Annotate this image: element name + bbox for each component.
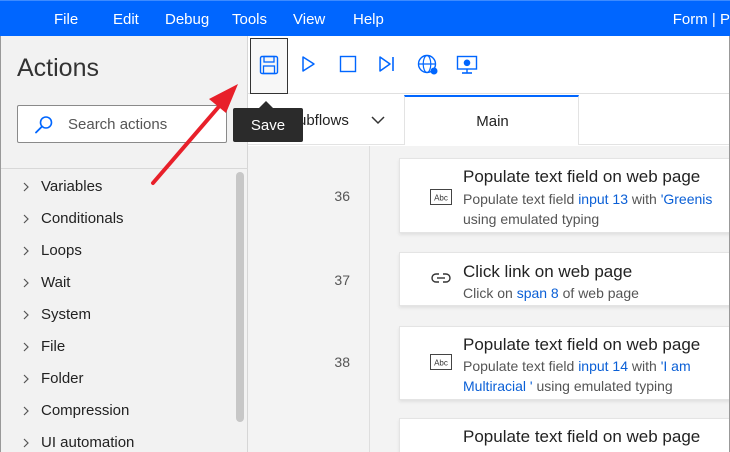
chevron-right-icon: [23, 214, 29, 224]
chevron-right-icon: [23, 310, 29, 320]
category-wait[interactable]: Wait: [1, 269, 235, 299]
next-step-icon: [379, 56, 394, 72]
desc-text: Populate text field: [463, 358, 579, 374]
flow-step[interactable]: Populate text field on web page: [399, 418, 730, 452]
category-label: Compression: [41, 402, 130, 419]
search-box[interactable]: [17, 105, 227, 143]
category-label: File: [41, 338, 66, 355]
step-description: Click on span 8 of web page: [463, 283, 639, 303]
menu-bar: File Edit Debug Tools View Help Form | P: [0, 0, 730, 36]
desktop-recorder-button[interactable]: [447, 36, 487, 94]
step-description: Populate text field input 13 with 'Green…: [463, 189, 712, 209]
category-compression[interactable]: Compression: [1, 397, 235, 427]
save-tooltip: Save: [233, 101, 303, 142]
search-icon: [35, 116, 53, 134]
flow-step[interactable]: Click link on web page Click on span 8 o…: [399, 252, 730, 306]
svg-text:Abc: Abc: [434, 359, 448, 368]
category-label: Loops: [41, 242, 82, 259]
subflow-tabbar: ubflows Main: [248, 95, 730, 145]
designer-toolbar: [248, 36, 730, 94]
actions-title: Actions: [17, 54, 99, 82]
step-description-line2: Multiracial ' using emulated typing: [463, 376, 673, 396]
chevron-right-icon: [23, 342, 29, 352]
chevron-right-icon: [23, 374, 29, 384]
category-variables[interactable]: Variables: [1, 173, 235, 203]
desc-text: Populate text field: [463, 191, 579, 207]
chevron-right-icon: [23, 278, 29, 288]
variable-link[interactable]: span 8: [517, 285, 559, 301]
line-number: 37: [334, 272, 350, 288]
menu-help[interactable]: Help: [353, 11, 384, 28]
tab-main-label: Main: [476, 113, 509, 130]
chevron-right-icon: [23, 182, 29, 192]
menu-file[interactable]: File: [54, 11, 78, 28]
menu-view[interactable]: View: [293, 11, 325, 28]
menu-edit[interactable]: Edit: [113, 11, 139, 28]
window-title: Form | P: [672, 11, 730, 28]
chevron-right-icon: [23, 406, 29, 416]
panel-divider: [1, 168, 248, 169]
category-label: System: [41, 306, 92, 323]
stop-button[interactable]: [329, 36, 369, 94]
category-label: Variables: [41, 178, 103, 195]
desc-text: with: [628, 191, 661, 207]
actions-panel: Actions Variables Conditionals Loops Wai…: [0, 36, 248, 452]
chevron-right-icon: [23, 246, 29, 256]
svg-text:Abc: Abc: [434, 194, 448, 203]
search-input[interactable]: [68, 114, 218, 134]
next-step-button[interactable]: [368, 36, 408, 94]
flow-step[interactable]: Abc Populate text field on web page Popu…: [399, 158, 730, 233]
line-number: 36: [334, 188, 350, 204]
category-label: Folder: [41, 370, 84, 387]
web-recorder-button[interactable]: [408, 36, 448, 94]
tab-main[interactable]: Main: [404, 95, 579, 145]
text-field-icon: Abc: [430, 354, 452, 370]
desc-text: Click on: [463, 285, 517, 301]
flow-canvas: 36 37 38 Abc Populate text field on web …: [248, 146, 730, 452]
save-icon: [259, 55, 279, 75]
category-label: UI automation: [41, 434, 135, 451]
run-icon: [302, 56, 315, 72]
value-link[interactable]: Multiracial ': [463, 378, 533, 394]
category-folder[interactable]: Folder: [1, 365, 235, 395]
category-ui-automation[interactable]: UI automation: [1, 429, 235, 452]
menu-debug[interactable]: Debug: [165, 11, 209, 28]
category-label: Wait: [41, 274, 71, 291]
chevron-right-icon: [23, 438, 29, 448]
category-file[interactable]: File: [1, 333, 235, 363]
variable-link[interactable]: input 14: [578, 358, 628, 374]
desktop-recorder-icon: [456, 55, 478, 74]
web-recorder-icon: [417, 54, 438, 75]
run-button[interactable]: [289, 36, 329, 94]
stop-icon: [339, 55, 357, 73]
value-link[interactable]: 'Greenis: [661, 191, 713, 207]
category-system[interactable]: System: [1, 301, 235, 331]
step-title: Populate text field on web page: [463, 427, 701, 446]
step-title: Click link on web page: [463, 262, 633, 281]
value-link[interactable]: 'I am: [661, 358, 691, 374]
text-field-icon: Abc: [430, 189, 452, 205]
tooltip-text: Save: [250, 117, 286, 134]
category-conditionals[interactable]: Conditionals: [1, 205, 235, 235]
save-button[interactable]: [250, 38, 288, 94]
variable-link[interactable]: input 13: [578, 191, 628, 207]
desc-text: using emulated typing: [532, 378, 673, 394]
step-description: Populate text field input 14 with 'I am: [463, 356, 691, 376]
subflows-label: ubflows: [298, 112, 349, 129]
desc-text: of web page: [558, 285, 639, 301]
category-label: Conditionals: [41, 210, 124, 227]
step-title: Populate text field on web page: [463, 167, 701, 186]
link-icon: [431, 273, 451, 283]
menu-tools[interactable]: Tools: [232, 11, 267, 28]
step-description-line2: using emulated typing: [463, 211, 600, 227]
chevron-down-icon: [371, 116, 385, 125]
desc-text: with: [628, 358, 661, 374]
category-loops[interactable]: Loops: [1, 237, 235, 267]
line-gutter: 36 37 38: [248, 146, 370, 452]
panel-scrollbar[interactable]: [236, 172, 244, 422]
line-number: 38: [334, 354, 350, 370]
flow-step[interactable]: Abc Populate text field on web page Popu…: [399, 326, 730, 400]
step-title: Populate text field on web page: [463, 335, 701, 354]
